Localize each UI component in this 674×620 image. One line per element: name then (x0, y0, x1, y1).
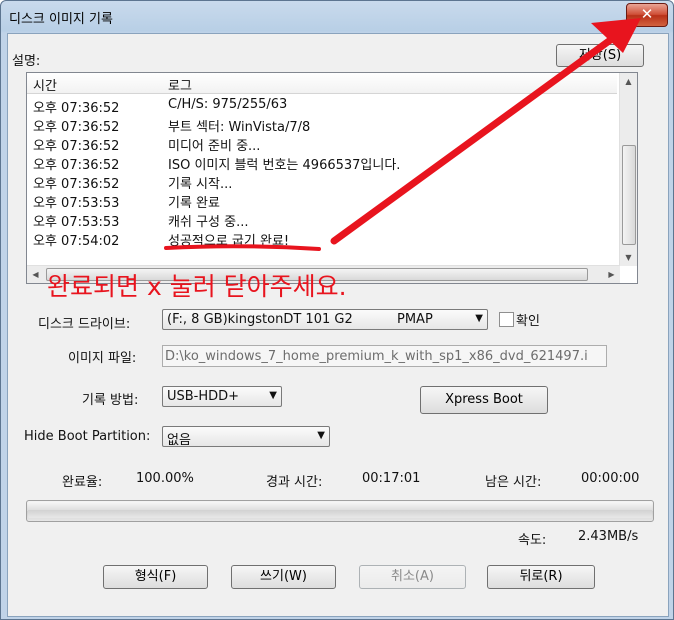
annotation-overlay (164, 18, 641, 251)
dialog-window: 디스크 이미지 기록 ✕ 설명: 저장(S) 시간 로그 오후 07:36:52… (0, 0, 674, 620)
annotation-underline (164, 244, 321, 251)
annotation-arrow-icon (330, 21, 635, 245)
